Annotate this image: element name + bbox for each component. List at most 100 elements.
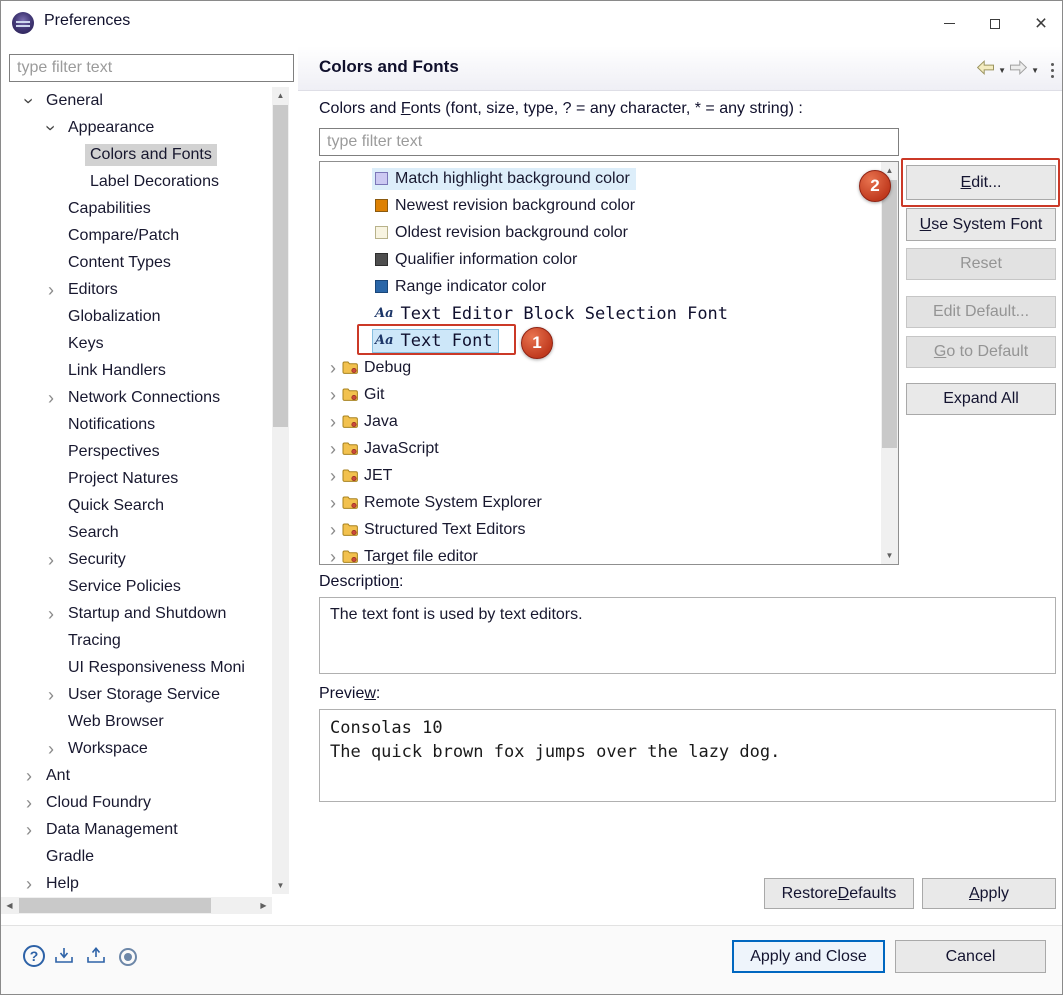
scroll-down-icon[interactable]: ▼ xyxy=(881,547,898,564)
help-icon[interactable]: ? xyxy=(23,945,45,967)
list-item-debug[interactable]: ›Debug xyxy=(320,354,898,381)
forward-dropdown-icon[interactable]: ▼ xyxy=(1031,66,1039,75)
back-icon[interactable] xyxy=(976,60,995,80)
sidebar-item-label: Colors and Fonts xyxy=(85,144,217,166)
chevron-collapsed-icon[interactable]: › xyxy=(17,875,41,893)
list-filter-input[interactable] xyxy=(319,128,899,156)
list-item-javascript[interactable]: ›JavaScript xyxy=(320,435,898,462)
sidebar-item-ant[interactable]: ›Ant xyxy=(9,762,271,789)
sidebar-item-web-browser[interactable]: Web Browser xyxy=(9,708,271,735)
chevron-collapsed-icon[interactable]: › xyxy=(17,767,41,785)
back-dropdown-icon[interactable]: ▼ xyxy=(998,66,1006,75)
close-button[interactable]: × xyxy=(1018,1,1063,46)
chevron-expanded-icon[interactable]: › xyxy=(42,116,60,140)
sidebar-item-globalization[interactable]: Globalization xyxy=(9,303,271,330)
list-item-oldest-revision-background-color[interactable]: Oldest revision background color xyxy=(320,219,898,246)
sidebar-item-startup-and-shutdown[interactable]: ›Startup and Shutdown xyxy=(9,600,271,627)
sidebar-item-editors[interactable]: ›Editors xyxy=(9,276,271,303)
forward-icon[interactable] xyxy=(1009,60,1028,80)
list-item-structured-text-editors[interactable]: ›Structured Text Editors xyxy=(320,516,898,543)
record-preferences-icon[interactable] xyxy=(119,948,137,966)
list-item-java[interactable]: ›Java xyxy=(320,408,898,435)
sidebar-vertical-scrollbar[interactable]: ▲ ▼ xyxy=(272,87,289,894)
list-item-remote-system-explorer[interactable]: ›Remote System Explorer xyxy=(320,489,898,516)
chevron-collapsed-icon[interactable]: › xyxy=(39,281,63,299)
sidebar-item-user-storage-service[interactable]: ›User Storage Service xyxy=(9,681,271,708)
list-item-git[interactable]: ›Git xyxy=(320,381,898,408)
import-preferences-icon[interactable] xyxy=(53,947,75,965)
list-item-match-highlight-background-color[interactable]: Match highlight background color xyxy=(320,165,898,192)
apply-and-close-button[interactable]: Apply and Close xyxy=(732,940,885,973)
sidebar-item-compare-patch[interactable]: Compare/Patch xyxy=(9,222,271,249)
sidebar-item-cloud-foundry[interactable]: ›Cloud Foundry xyxy=(9,789,271,816)
preview-box[interactable]: Consolas 10 The quick brown fox jumps ov… xyxy=(319,709,1056,802)
chevron-collapsed-icon[interactable]: › xyxy=(39,389,63,407)
chevron-collapsed-icon[interactable]: › xyxy=(39,686,63,704)
chevron-collapsed-icon[interactable]: › xyxy=(324,548,342,566)
chevron-expanded-icon[interactable]: › xyxy=(20,89,38,113)
sidebar-filter-input[interactable] xyxy=(9,54,294,82)
chevron-collapsed-icon[interactable]: › xyxy=(324,467,342,485)
expand-all-button[interactable]: Expand All xyxy=(906,383,1056,415)
chevron-collapsed-icon[interactable]: › xyxy=(17,821,41,839)
sidebar-item-appearance[interactable]: ›Appearance xyxy=(9,114,271,141)
sidebar-item-service-policies[interactable]: Service Policies xyxy=(9,573,271,600)
list-item-text-editor-block-selection-font[interactable]: AaText Editor Block Selection Font xyxy=(320,300,898,327)
chevron-collapsed-icon[interactable]: › xyxy=(39,740,63,758)
sidebar-item-colors-and-fonts[interactable]: Colors and Fonts xyxy=(9,141,271,168)
sidebar-item-general[interactable]: ›General xyxy=(9,87,271,114)
restore-defaults-button[interactable]: Restore Defaults xyxy=(764,878,914,909)
cancel-button[interactable]: Cancel xyxy=(895,940,1046,973)
sidebar-item-notifications[interactable]: Notifications xyxy=(9,411,271,438)
scroll-up-icon[interactable]: ▲ xyxy=(272,87,289,104)
list-item-qualifier-information-color[interactable]: Qualifier information color xyxy=(320,246,898,273)
list-item-target-file-editor[interactable]: ›Target file editor xyxy=(320,543,898,565)
chevron-collapsed-icon[interactable]: › xyxy=(17,794,41,812)
sidebar-horizontal-scrollbar[interactable]: ◀ ▶ xyxy=(1,897,272,914)
sidebar-item-ui-responsiveness-moni[interactable]: UI Responsiveness Moni xyxy=(9,654,271,681)
sidebar-item-keys[interactable]: Keys xyxy=(9,330,271,357)
list-item-jet[interactable]: ›JET xyxy=(320,462,898,489)
list-scrollbar-thumb[interactable] xyxy=(882,180,897,448)
sidebar-item-network-connections[interactable]: ›Network Connections xyxy=(9,384,271,411)
scroll-left-icon[interactable]: ◀ xyxy=(1,897,18,914)
chevron-collapsed-icon[interactable]: › xyxy=(324,494,342,512)
list-vertical-scrollbar[interactable]: ▲ ▼ xyxy=(881,162,898,564)
view-menu-icon[interactable] xyxy=(1051,63,1054,78)
scroll-down-icon[interactable]: ▼ xyxy=(272,877,289,894)
list-item-range-indicator-color[interactable]: Range indicator color xyxy=(320,273,898,300)
use-system-font-button[interactable]: Use System Font xyxy=(906,208,1056,241)
apply-button[interactable]: Apply xyxy=(922,878,1056,909)
sidebar-item-data-management[interactable]: ›Data Management xyxy=(9,816,271,843)
chevron-collapsed-icon[interactable]: › xyxy=(324,386,342,404)
sidebar-item-workspace[interactable]: ›Workspace xyxy=(9,735,271,762)
sidebar-item-quick-search[interactable]: Quick Search xyxy=(9,492,271,519)
sidebar-item-search[interactable]: Search xyxy=(9,519,271,546)
sidebar-item-tracing[interactable]: Tracing xyxy=(9,627,271,654)
list-item-newest-revision-background-color[interactable]: Newest revision background color xyxy=(320,192,898,219)
sidebar-item-link-handlers[interactable]: Link Handlers xyxy=(9,357,271,384)
sidebar-item-security[interactable]: ›Security xyxy=(9,546,271,573)
chevron-collapsed-icon[interactable]: › xyxy=(39,551,63,569)
chevron-collapsed-icon[interactable]: › xyxy=(39,605,63,623)
sidebar-item-label-decorations[interactable]: Label Decorations xyxy=(9,168,271,195)
chevron-collapsed-icon[interactable]: › xyxy=(324,413,342,431)
scroll-right-icon[interactable]: ▶ xyxy=(255,897,272,914)
minimize-button[interactable] xyxy=(926,1,972,46)
maximize-button[interactable] xyxy=(972,1,1018,46)
chevron-collapsed-icon[interactable]: › xyxy=(324,440,342,458)
annotation-badge-2: 2 xyxy=(859,170,891,202)
sidebar-item-capabilities[interactable]: Capabilities xyxy=(9,195,271,222)
sidebar-item-gradle[interactable]: Gradle xyxy=(9,843,271,870)
sidebar-item-project-natures[interactable]: Project Natures xyxy=(9,465,271,492)
sidebar-item-label: User Storage Service xyxy=(63,684,225,706)
titlebar[interactable]: Preferences × xyxy=(1,1,1062,46)
sidebar-scrollbar-thumb[interactable] xyxy=(273,105,288,427)
sidebar-item-content-types[interactable]: Content Types xyxy=(9,249,271,276)
chevron-collapsed-icon[interactable]: › xyxy=(324,359,342,377)
export-preferences-icon[interactable] xyxy=(85,947,107,965)
sidebar-item-help[interactable]: ›Help xyxy=(9,870,271,894)
sidebar-hscrollbar-thumb[interactable] xyxy=(19,898,211,913)
chevron-collapsed-icon[interactable]: › xyxy=(324,521,342,539)
sidebar-item-perspectives[interactable]: Perspectives xyxy=(9,438,271,465)
